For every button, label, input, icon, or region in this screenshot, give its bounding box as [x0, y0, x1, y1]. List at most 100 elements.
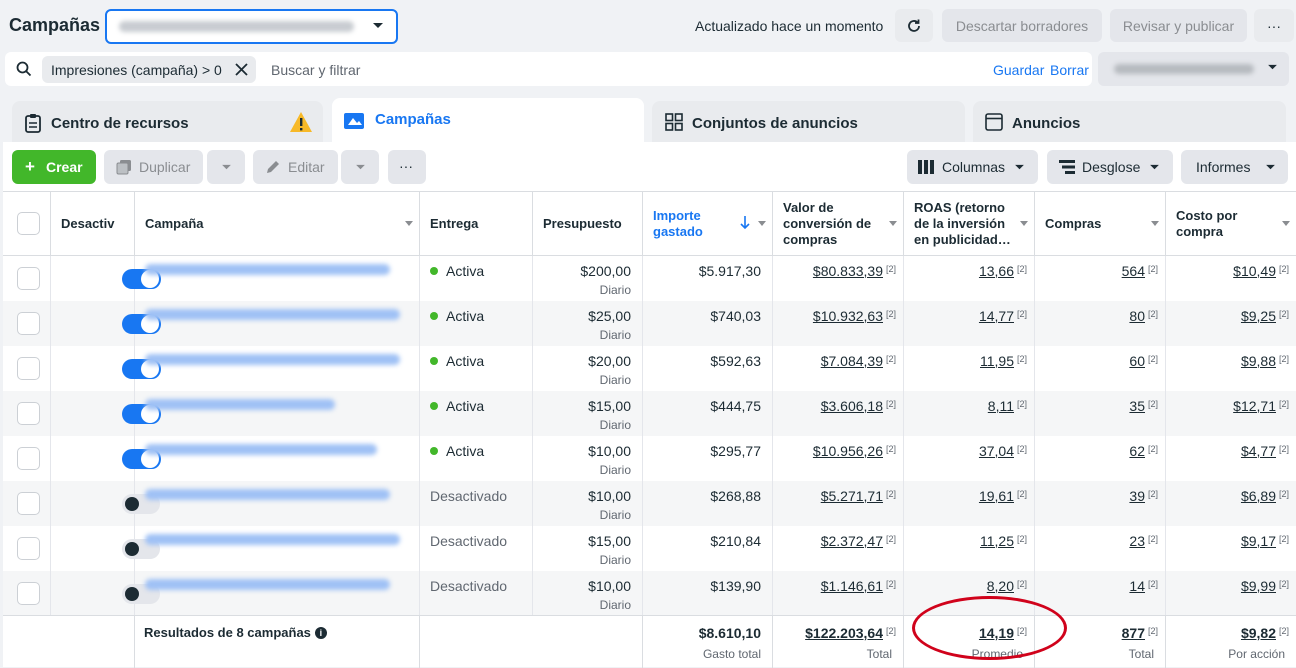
purchases-value[interactable]: 80	[1129, 308, 1145, 324]
table-row[interactable]: Activa $25,00 Diario $740,03 $10.932,63 [2] 14…	[3, 301, 1296, 346]
conversion-value[interactable]: $7.084,39	[821, 353, 883, 369]
budget-value[interactable]: $15,00	[588, 533, 631, 549]
average-roas[interactable]: 14,19	[979, 625, 1014, 641]
review-publish-button[interactable]: Revisar y publicar	[1110, 9, 1247, 42]
cost-per-purchase[interactable]: $10,49	[1233, 263, 1276, 279]
purchases-value[interactable]: 39	[1129, 488, 1145, 504]
breakdown-button[interactable]: Desglose	[1047, 150, 1173, 184]
header-delivery[interactable]: Entrega	[420, 192, 533, 256]
budget-value[interactable]: $25,00	[588, 308, 631, 324]
search-input[interactable]: Buscar y filtrar	[271, 62, 360, 78]
tab-ads[interactable]: Anuncios	[973, 101, 1286, 142]
roas-value[interactable]: 8,11	[988, 398, 1014, 414]
row-checkbox[interactable]	[17, 447, 40, 470]
conversion-value[interactable]: $10.956,26	[813, 443, 883, 459]
campaign-name-redacted[interactable]	[145, 489, 390, 500]
select-all-checkbox[interactable]	[17, 212, 40, 235]
table-row[interactable]: Activa $20,00 Diario $592,63 $7.084,39 [2] 11,…	[3, 346, 1296, 391]
cost-per-purchase[interactable]: $9,17	[1241, 533, 1276, 549]
conversion-value[interactable]: $10.932,63	[813, 308, 883, 324]
save-filter-link[interactable]: Guardar	[993, 62, 1044, 78]
total-conversion-value[interactable]: $122.203,64	[805, 625, 883, 641]
more-options-button[interactable]: ···	[1254, 9, 1294, 42]
budget-value[interactable]: $10,00	[588, 578, 631, 594]
conversion-value[interactable]: $80.833,39	[813, 263, 883, 279]
header-amount-spent[interactable]: Importe gastado	[643, 192, 773, 256]
campaign-name-redacted[interactable]	[145, 399, 335, 410]
table-row[interactable]: Activa $10,00 Diario $295,77 $10.956,26 [2] 37…	[3, 436, 1296, 481]
table-row[interactable]: Desactivado $10,00 Diario $139,90 $1.146,61[…	[3, 571, 1296, 616]
roas-value[interactable]: 13,66	[979, 263, 1014, 279]
purchases-value[interactable]: 60	[1129, 353, 1145, 369]
tab-resource-center[interactable]: Centro de recursos	[12, 101, 323, 142]
tab-ad-sets[interactable]: Conjuntos de anuncios	[652, 101, 965, 142]
campaign-name-redacted[interactable]	[145, 264, 390, 275]
campaign-name-redacted[interactable]	[145, 309, 400, 320]
reports-button[interactable]: Informes	[1181, 150, 1288, 184]
campaign-name-redacted[interactable]	[145, 579, 390, 590]
table-row[interactable]: Activa $15,00 Diario $444,75 $3.606,18 [2] 8,1…	[3, 391, 1296, 436]
budget-value[interactable]: $200,00	[580, 263, 631, 279]
row-checkbox[interactable]	[17, 267, 40, 290]
budget-value[interactable]: $10,00	[588, 443, 631, 459]
roas-value[interactable]: 14,77	[979, 308, 1014, 324]
cost-per-purchase[interactable]: $9,25	[1241, 308, 1276, 324]
table-row[interactable]: Desactivado $15,00 Diario $210,84 $2.372,47[…	[3, 526, 1296, 571]
total-purchases[interactable]: 877	[1122, 625, 1145, 641]
date-range-picker[interactable]	[1098, 52, 1289, 86]
cost-per-purchase[interactable]: $9,88	[1241, 353, 1276, 369]
row-checkbox[interactable]	[17, 357, 40, 380]
header-conversion-value[interactable]: Valor de conversión de compras	[773, 192, 904, 256]
discard-drafts-button[interactable]: Descartar borradores	[942, 9, 1102, 42]
create-button[interactable]: + Crear	[12, 150, 96, 184]
duplicate-button[interactable]: Duplicar	[104, 150, 203, 184]
cost-per-action[interactable]: $9,82	[1241, 625, 1276, 641]
columns-button[interactable]: Columnas	[907, 150, 1038, 184]
cost-per-purchase[interactable]: $4,77	[1241, 443, 1276, 459]
row-checkbox[interactable]	[17, 537, 40, 560]
purchases-value[interactable]: 14	[1129, 578, 1145, 594]
header-toggle[interactable]: Desactiv	[51, 192, 135, 256]
campaign-name-redacted[interactable]	[145, 354, 400, 365]
purchases-value[interactable]: 35	[1129, 398, 1145, 414]
duplicate-dropdown-button[interactable]	[207, 150, 245, 184]
cost-per-purchase[interactable]: $6,89	[1241, 488, 1276, 504]
clear-filter-link[interactable]: Borrar	[1050, 62, 1089, 78]
header-campaign[interactable]: Campaña	[135, 192, 420, 256]
cost-per-purchase[interactable]: $9,99	[1241, 578, 1276, 594]
header-roas[interactable]: ROAS (retorno de la inversión en publici…	[904, 192, 1035, 256]
edit-dropdown-button[interactable]	[341, 150, 379, 184]
conversion-value[interactable]: $3.606,18	[821, 398, 883, 414]
header-cost-per-purchase[interactable]: Costo por compra	[1166, 192, 1296, 256]
roas-value[interactable]: 37,04	[979, 443, 1014, 459]
conversion-value[interactable]: $1.146,61	[821, 578, 883, 594]
campaign-name-redacted[interactable]	[145, 444, 377, 455]
refresh-button[interactable]	[895, 9, 933, 42]
roas-value[interactable]: 11,25	[980, 533, 1014, 549]
header-purchases[interactable]: Compras	[1035, 192, 1166, 256]
row-checkbox[interactable]	[17, 492, 40, 515]
more-actions-button[interactable]: ···	[388, 150, 426, 184]
table-row[interactable]: Activa $200,00 Diario $5.917,30 $80.833,39 [2…	[3, 256, 1296, 301]
roas-value[interactable]: 11,95	[980, 353, 1014, 369]
close-icon[interactable]	[235, 63, 248, 76]
budget-value[interactable]: $10,00	[588, 488, 631, 504]
row-checkbox[interactable]	[17, 402, 40, 425]
conversion-value[interactable]: $5.271,71	[821, 488, 883, 504]
roas-value[interactable]: 19,61	[979, 488, 1014, 504]
budget-value[interactable]: $15,00	[588, 398, 631, 414]
purchases-value[interactable]: 62	[1129, 443, 1145, 459]
budget-value[interactable]: $20,00	[588, 353, 631, 369]
campaign-name-redacted[interactable]	[145, 534, 400, 545]
table-row[interactable]: Desactivado $10,00 Diario $268,88 $5.271,71[…	[3, 481, 1296, 526]
conversion-value[interactable]: $2.372,47	[821, 533, 883, 549]
purchases-value[interactable]: 23	[1129, 533, 1145, 549]
edit-button[interactable]: Editar	[253, 150, 338, 184]
search-filter-box[interactable]: Impresiones (campaña) > 0 Buscar y filtr…	[5, 52, 1092, 86]
ad-account-select[interactable]	[105, 9, 398, 44]
cost-per-purchase[interactable]: $12,71	[1233, 398, 1276, 414]
purchases-value[interactable]: 564	[1122, 263, 1145, 279]
tab-campaigns[interactable]: Campañas	[332, 98, 644, 142]
row-checkbox[interactable]	[17, 582, 40, 605]
info-icon[interactable]: i	[314, 627, 327, 639]
